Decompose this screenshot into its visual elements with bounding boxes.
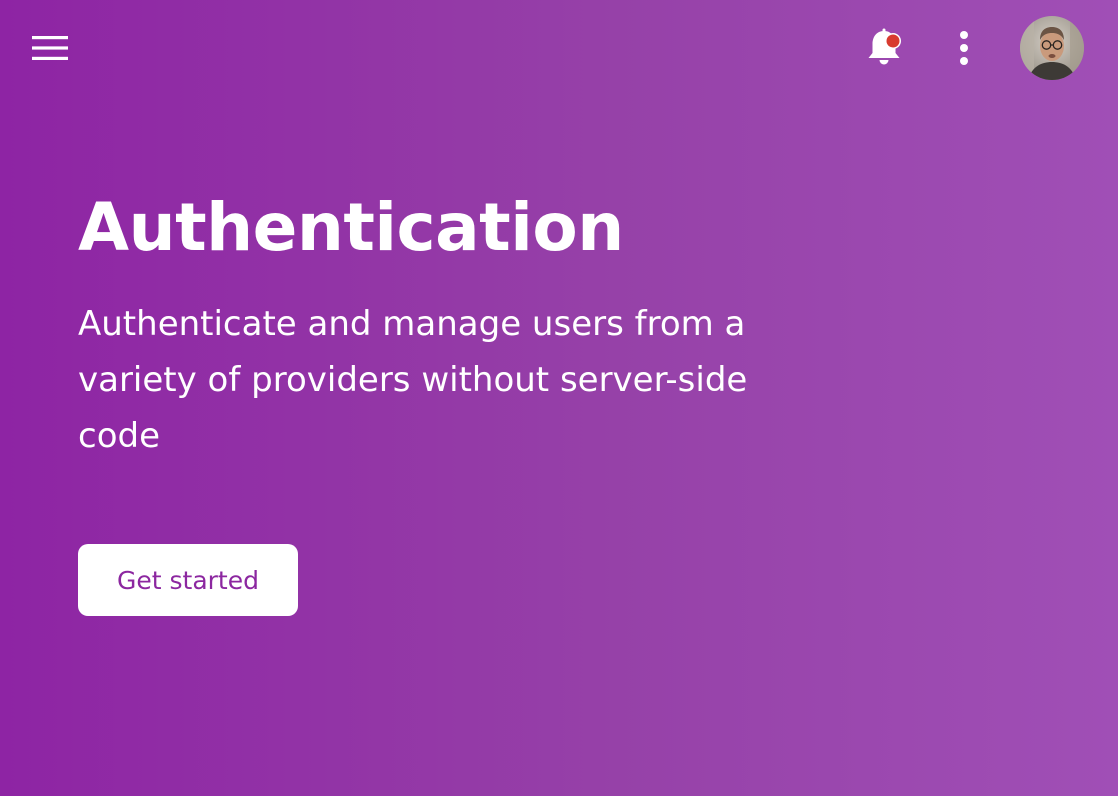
bell-icon <box>868 28 901 65</box>
hamburger-menu-icon <box>32 36 68 60</box>
user-avatar[interactable] <box>1020 16 1084 80</box>
menu-button[interactable] <box>26 26 74 70</box>
more-vert-icon <box>960 31 968 65</box>
page-description: Authenticate and manage users from a var… <box>78 304 748 456</box>
avatar-photo <box>1020 16 1084 80</box>
page: Authentication Authenticate and manage u… <box>0 0 1118 796</box>
more-options-button[interactable] <box>940 26 988 70</box>
get-started-button[interactable]: Get started <box>78 544 298 616</box>
hero-section: Authentication Authenticate and manage u… <box>78 182 858 464</box>
page-title: Authentication <box>78 189 624 266</box>
notifications-button[interactable] <box>860 26 908 70</box>
